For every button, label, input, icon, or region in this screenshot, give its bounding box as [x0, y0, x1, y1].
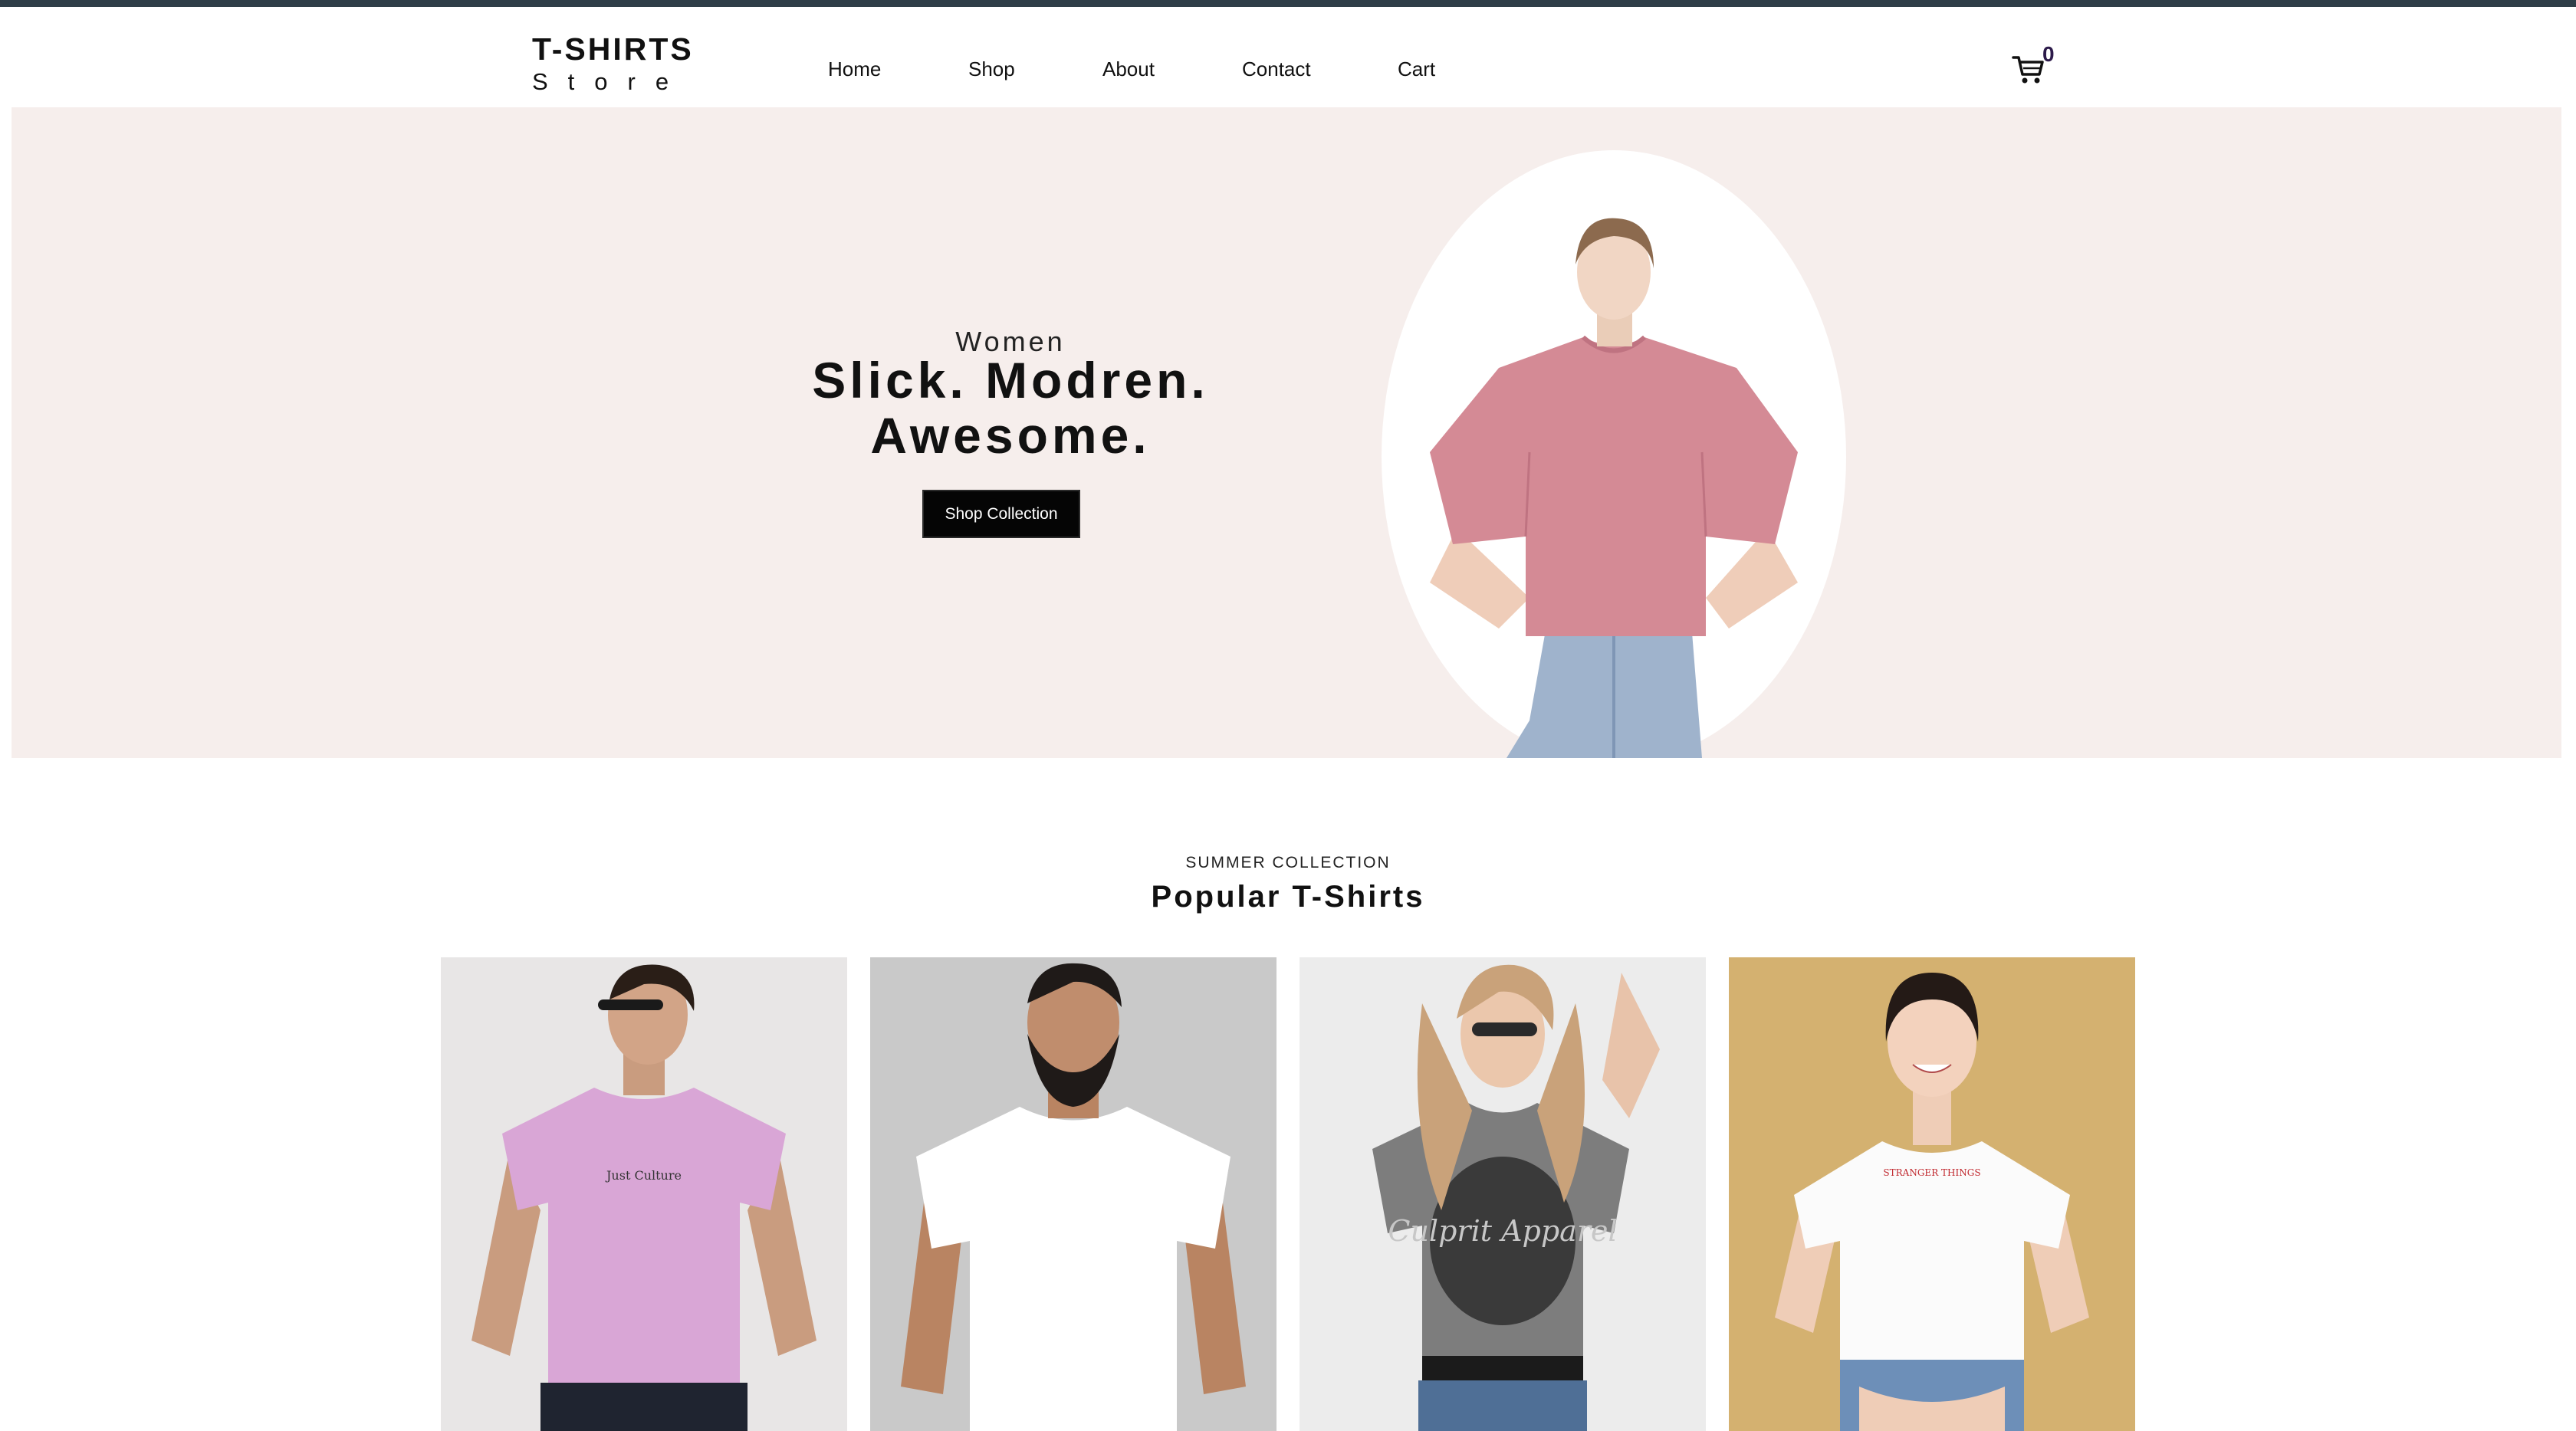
- product-image: Just Culture: [441, 957, 847, 1431]
- collection-eyebrow: SUMMER COLLECTION: [1185, 854, 1391, 871]
- hero-title-line-1: Slick. Modren.: [812, 352, 1209, 409]
- cart-icon[interactable]: [2012, 53, 2045, 85]
- nav-shop[interactable]: Shop: [968, 57, 1015, 84]
- collection-title: Popular T-Shirts: [1151, 880, 1425, 914]
- product-print-text: STRANGER THINGS: [1883, 1167, 1980, 1178]
- product-image: STRANGER THINGS: [1729, 957, 2135, 1431]
- product-card[interactable]: [870, 957, 1276, 1431]
- shop-collection-button[interactable]: Shop Collection: [922, 490, 1080, 538]
- hero-title: Slick. Modren. Awesome.: [704, 353, 1317, 463]
- product-print-text: Just Culture: [605, 1168, 682, 1183]
- product-image: Culprit Apparel: [1300, 957, 1706, 1431]
- site-header: T-SHIRTS Store Home Shop About Contact C…: [0, 7, 2576, 107]
- hero-banner: Women Slick. Modren. Awesome. Shop Colle…: [12, 107, 2561, 758]
- nav-about[interactable]: About: [1102, 57, 1155, 84]
- cart-count-badge: 0: [2042, 42, 2055, 66]
- logo-subtitle[interactable]: Store: [532, 68, 688, 96]
- product-card[interactable]: Culprit Apparel: [1300, 957, 1706, 1431]
- product-card[interactable]: STRANGER THINGS: [1729, 957, 2135, 1431]
- hero-title-line-2: Awesome.: [870, 407, 1151, 464]
- nav-cart[interactable]: Cart: [1398, 57, 1435, 84]
- hero-model-image: [1430, 218, 1798, 758]
- product-print-text: Culprit Apparel: [1388, 1214, 1617, 1248]
- product-image: [870, 957, 1276, 1431]
- logo-title[interactable]: T-SHIRTS: [532, 31, 694, 67]
- nav-contact[interactable]: Contact: [1242, 57, 1311, 84]
- nav-home[interactable]: Home: [828, 57, 881, 84]
- top-accent-bar: [0, 0, 2576, 7]
- product-card[interactable]: Just Culture: [441, 957, 847, 1431]
